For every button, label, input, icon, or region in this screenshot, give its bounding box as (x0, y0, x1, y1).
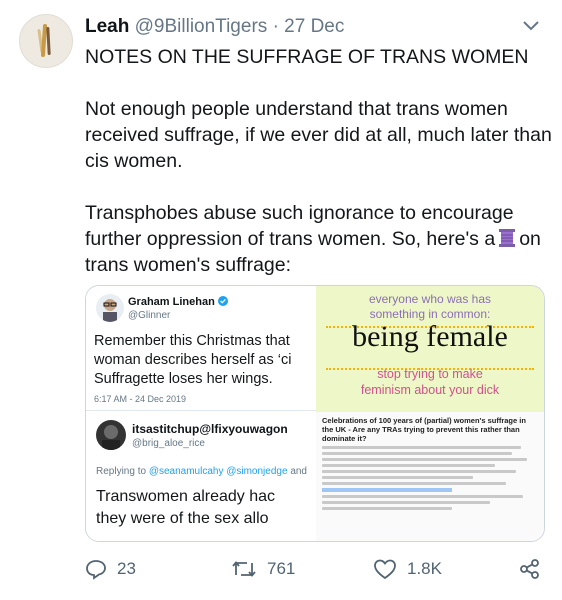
sticker-text: stop trying to make feminism about your … (360, 367, 500, 397)
quoted-tweet-text: Transwomen already hac they were of the … (96, 488, 276, 527)
thread-spool-icon (499, 229, 516, 247)
reply-count: 23 (117, 559, 136, 578)
tweet-paragraph-text: Transphobes abuse such ignorance to enco… (85, 202, 514, 250)
tweet-paragraph: Transphobes abuse such ignorance to enco… (85, 200, 555, 278)
quoted-username: @Glinner (128, 310, 171, 321)
tweet-paragraph: NOTES ON THE SUFFRAGE OF TRANS WOMEN (85, 46, 529, 68)
forum-screenshot: Celebrations of 100 years of (partial) w… (316, 412, 544, 541)
tweet-header: Leah @9BillionTigers · 27 Dec (85, 16, 344, 38)
retweet-button[interactable]: 761 (231, 558, 295, 580)
reply-button[interactable]: 23 (85, 558, 136, 580)
share-icon (520, 559, 539, 579)
display-name[interactable]: Leah (85, 16, 129, 37)
quoted-display-name: itsastitchup@lfixyouwagon (132, 422, 288, 436)
username[interactable]: @9BillionTigers (135, 16, 268, 37)
quoted-username: @brig_aloe_rice (132, 438, 205, 449)
like-icon (374, 559, 396, 580)
like-button[interactable]: 1.8K (373, 558, 442, 580)
quoted-tweets-panel: Graham Linehan @Glinner Remember this Ch… (86, 286, 316, 541)
quoted-tweet-text: Remember this Christmas that woman descr… (94, 333, 292, 387)
action-bar: 23 761 1.8K (85, 558, 545, 588)
avatar (96, 294, 124, 322)
forum-title: Celebrations of 100 years of (partial) w… (322, 416, 526, 443)
retweet-icon (232, 561, 256, 577)
chevron-down-icon[interactable] (522, 20, 540, 32)
divider (86, 410, 316, 411)
tweet-paragraph: Not enough people understand that trans … (85, 98, 552, 172)
reply-icon (86, 560, 106, 580)
tweet-body: NOTES ON THE SUFFRAGE OF TRANS WOMEN Not… (85, 44, 555, 304)
tweet-date[interactable]: 27 Dec (284, 16, 344, 37)
embedded-image[interactable]: Graham Linehan @Glinner Remember this Ch… (85, 285, 545, 542)
share-button[interactable] (519, 558, 551, 580)
avatar[interactable] (19, 14, 73, 68)
like-count: 1.8K (407, 559, 442, 578)
reply-context: Replying to @seanamulcahy @simonjedge an… (96, 466, 307, 477)
meme-panel: everyone who was has something in common… (316, 286, 544, 541)
retweet-count: 761 (267, 559, 296, 578)
verified-badge-icon (217, 296, 228, 306)
quoted-display-name: Graham Linehan (128, 296, 228, 308)
sticker-headline: being female (352, 320, 508, 353)
sticker-image: everyone who was has something in common… (316, 286, 544, 412)
quoted-timestamp: 6:17 AM - 24 Dec 2019 (94, 394, 187, 404)
avatar (96, 420, 126, 450)
sticker-text: everyone who was has something in common… (368, 292, 492, 321)
separator: · (272, 16, 279, 37)
highlighted-text (322, 488, 452, 492)
